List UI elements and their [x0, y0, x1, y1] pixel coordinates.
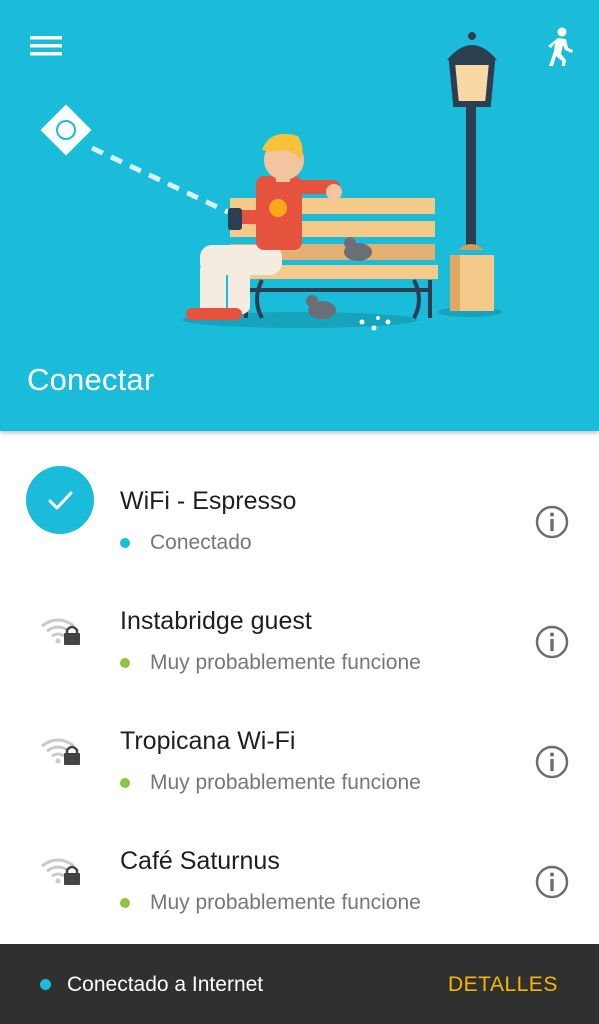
network-list: WiFi - Espresso Conectado Instabridge gu…: [0, 431, 599, 944]
status-dot: [40, 979, 51, 990]
network-name: Tropicana Wi-Fi: [120, 727, 296, 755]
info-icon[interactable]: [534, 744, 570, 780]
connection-status-text: Conectado a Internet: [67, 973, 264, 996]
info-icon[interactable]: [534, 624, 570, 660]
wifi-locked-icon: [40, 616, 84, 646]
page-title: Conectar: [27, 362, 155, 397]
network-name: WiFi - Espresso: [120, 487, 297, 515]
network-status: Muy probablemente funcione: [150, 771, 421, 794]
network-status: Muy probablemente funcione: [150, 651, 421, 674]
network-status: Muy probablemente funcione: [150, 891, 421, 914]
info-icon[interactable]: [534, 864, 570, 900]
network-name: Café Saturnus: [120, 847, 280, 875]
network-status: Conectado: [150, 531, 252, 554]
network-row-wifi-espresso[interactable]: WiFi - Espresso Conectado: [0, 453, 599, 573]
network-row-tropicana-wifi[interactable]: Tropicana Wi-Fi Muy probablemente funcio…: [0, 693, 599, 813]
network-name: Instabridge guest: [120, 607, 312, 635]
walking-person-icon[interactable]: [540, 26, 580, 68]
status-dot: [120, 778, 130, 788]
connection-status-bar: Conectado a Internet DETALLES: [0, 944, 599, 1024]
wifi-locked-icon: [40, 856, 84, 886]
network-row-cafe-saturnus[interactable]: Café Saturnus Muy probablemente funcione: [0, 813, 599, 933]
status-dot: [120, 658, 130, 668]
header-hero: Conectar: [0, 0, 599, 431]
status-dot: [120, 538, 130, 548]
info-icon[interactable]: [534, 504, 570, 540]
connected-check-icon: [26, 466, 94, 534]
wifi-locked-icon: [40, 736, 84, 766]
hotspot-diamond-icon: [40, 104, 92, 156]
hamburger-menu-icon[interactable]: [28, 30, 64, 62]
park-bench-illustration: [40, 32, 502, 331]
details-button[interactable]: DETALLES: [448, 973, 558, 997]
status-dot: [120, 898, 130, 908]
network-row-instabridge-guest[interactable]: Instabridge guest Muy probablemente func…: [0, 573, 599, 693]
